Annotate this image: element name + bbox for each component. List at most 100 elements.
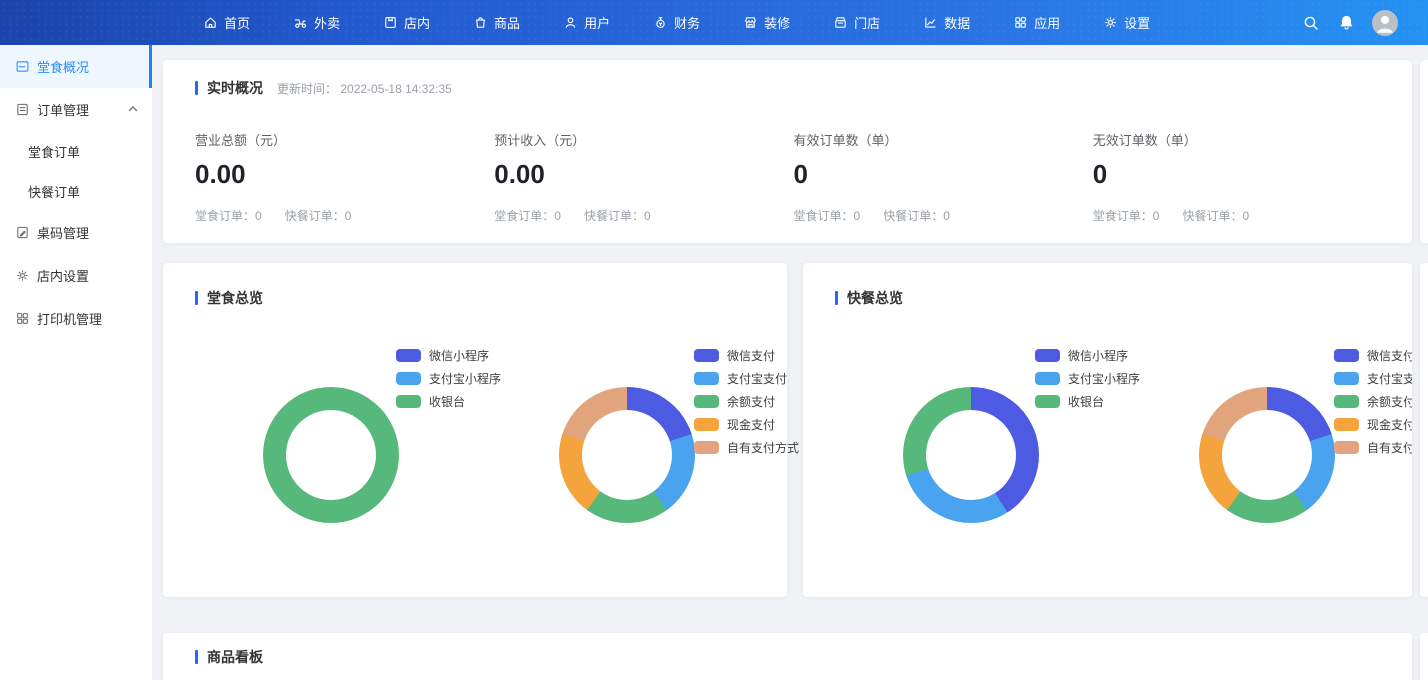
legend-item[interactable]: 支付宝支付	[694, 370, 799, 387]
section-title-text: 实时概况	[207, 78, 263, 98]
donut-chart-dinein-source	[263, 387, 399, 523]
legend-label: 支付宝支付	[727, 370, 787, 387]
legend-swatch	[694, 418, 719, 431]
stat-value: 0.00	[494, 161, 793, 187]
sidebar-item-printer-management[interactable]: 打印机管理	[0, 297, 152, 340]
sidebar-item-dinein-orders[interactable]: 堂食订单	[0, 131, 152, 171]
legend-item[interactable]: 微信小程序	[396, 347, 501, 364]
legend-item[interactable]: 支付宝支付	[1334, 370, 1412, 387]
sidebar-item-label: 堂食概况	[37, 57, 89, 76]
legend-label: 余额支付	[1367, 393, 1412, 410]
nav-label: 商品	[494, 13, 520, 32]
section-title-text: 堂食总览	[207, 288, 263, 308]
nav-item-goods[interactable]: 商品	[473, 13, 520, 32]
stat-expected-income: 预计收入（元） 0.00 堂食订单：0 快餐订单：0	[494, 130, 793, 224]
nav-item-apps[interactable]: 应用	[1013, 13, 1060, 32]
document-icon	[15, 102, 30, 117]
nav-item-decorate[interactable]: 装修	[743, 13, 790, 32]
user-avatar[interactable]	[1372, 10, 1398, 36]
legend-swatch	[1334, 372, 1359, 385]
search-icon[interactable]	[1302, 14, 1320, 32]
notification-bell-icon[interactable]	[1337, 14, 1355, 32]
nav-item-store[interactable]: 门店	[833, 13, 880, 32]
header-actions	[1302, 0, 1398, 45]
title-accent-bar	[195, 650, 198, 664]
nav-item-instore[interactable]: 店内	[383, 13, 430, 32]
stat-sub-fastfood: 快餐订单：0	[883, 207, 950, 224]
sidebar-item-store-settings[interactable]: 店内设置	[0, 254, 152, 297]
legend-item[interactable]: 收银台	[396, 393, 501, 410]
partial-card	[1420, 263, 1428, 597]
sidebar-item-order-management[interactable]: 订单管理	[0, 88, 152, 131]
legend-label: 支付宝支付	[1367, 370, 1412, 387]
clipboard-icon	[15, 225, 30, 240]
legend-item[interactable]: 余额支付	[694, 393, 799, 410]
legend-swatch	[1035, 372, 1060, 385]
instore-icon	[383, 15, 398, 30]
sidebar-item-table-code[interactable]: 桌码管理	[0, 211, 152, 254]
legend-swatch	[396, 372, 421, 385]
nav-item-user[interactable]: 用户	[563, 13, 610, 32]
chevron-up-icon[interactable]	[128, 102, 138, 117]
apps-icon	[1013, 15, 1028, 30]
legend-swatch	[1035, 349, 1060, 362]
legend-item[interactable]: 微信小程序	[1035, 347, 1140, 364]
nav-label: 用户	[584, 13, 610, 32]
nav-item-data[interactable]: 数据	[923, 13, 970, 32]
nav-label: 店内	[404, 13, 430, 32]
home-icon	[203, 15, 218, 30]
stat-value: 0.00	[195, 161, 494, 187]
legend-item[interactable]: 自有支付方式	[694, 439, 799, 456]
sidebar-item-dinein-overview[interactable]: 堂食概况	[0, 45, 152, 88]
sidebar-item-fastfood-orders[interactable]: 快餐订单	[0, 171, 152, 211]
update-time: 更新时间： 2022-05-18 14:32:35	[277, 80, 452, 97]
nav-item-finance[interactable]: 财务	[653, 13, 700, 32]
stat-sub-dinein: 堂食订单：0	[494, 207, 561, 224]
legend-item[interactable]: 微信支付	[694, 347, 799, 364]
partial-card	[1420, 60, 1428, 243]
section-title-products: 商品看板	[195, 647, 263, 667]
realtime-overview-card: 实时概况 更新时间： 2022-05-18 14:32:35 营业总额（元） 0…	[163, 60, 1412, 243]
legend-item[interactable]: 自有支付方式	[1334, 439, 1412, 456]
legend-swatch	[1035, 395, 1060, 408]
goods-icon	[473, 15, 488, 30]
section-title-realtime: 实时概况	[195, 78, 263, 98]
user-icon	[563, 15, 578, 30]
legend-label: 支付宝小程序	[1068, 370, 1140, 387]
nav-label: 财务	[674, 13, 700, 32]
legend-item[interactable]: 收银台	[1035, 393, 1140, 410]
nav-item-takeout[interactable]: 外卖	[293, 13, 340, 32]
legend-swatch	[694, 349, 719, 362]
title-accent-bar	[835, 291, 838, 305]
gear-icon	[15, 268, 30, 283]
stat-sub-dinein: 堂食订单：0	[195, 207, 262, 224]
stat-label: 营业总额（元）	[195, 130, 494, 149]
legend-label: 收银台	[1068, 393, 1104, 410]
legend-item[interactable]: 支付宝小程序	[1035, 370, 1140, 387]
chart-legend: 微信支付支付宝支付余额支付现金支付自有支付方式	[694, 347, 799, 456]
legend-item[interactable]: 支付宝小程序	[396, 370, 501, 387]
legend-item[interactable]: 余额支付	[1334, 393, 1412, 410]
sidebar-item-label: 快餐订单	[28, 182, 80, 201]
stat-sub-dinein: 堂食订单：0	[794, 207, 861, 224]
stat-value: 0	[1093, 161, 1392, 187]
stat-label: 有效订单数（单）	[794, 130, 1093, 149]
legend-swatch	[1334, 349, 1359, 362]
nav-item-settings[interactable]: 设置	[1103, 13, 1150, 32]
legend-item[interactable]: 现金支付	[1334, 416, 1412, 433]
legend-swatch	[396, 349, 421, 362]
legend-item[interactable]: 现金支付	[694, 416, 799, 433]
sidebar-item-label: 订单管理	[37, 100, 89, 119]
section-title-fastfood: 快餐总览	[835, 288, 903, 308]
partial-card	[1420, 633, 1428, 680]
stat-total-revenue: 营业总额（元） 0.00 堂食订单：0 快餐订单：0	[195, 130, 494, 224]
legend-label: 自有支付方式	[1367, 439, 1412, 456]
legend-item[interactable]: 微信支付	[1334, 347, 1412, 364]
chart-legend: 微信小程序支付宝小程序收银台	[396, 347, 501, 410]
stat-invalid-orders: 无效订单数（单） 0 堂食订单：0 快餐订单：0	[1093, 130, 1392, 224]
takeout-icon	[293, 15, 308, 30]
nav-item-home[interactable]: 首页	[203, 13, 250, 32]
stat-label: 预计收入（元）	[494, 130, 793, 149]
chart-legend: 微信小程序支付宝小程序收银台	[1035, 347, 1140, 410]
legend-swatch	[694, 441, 719, 454]
